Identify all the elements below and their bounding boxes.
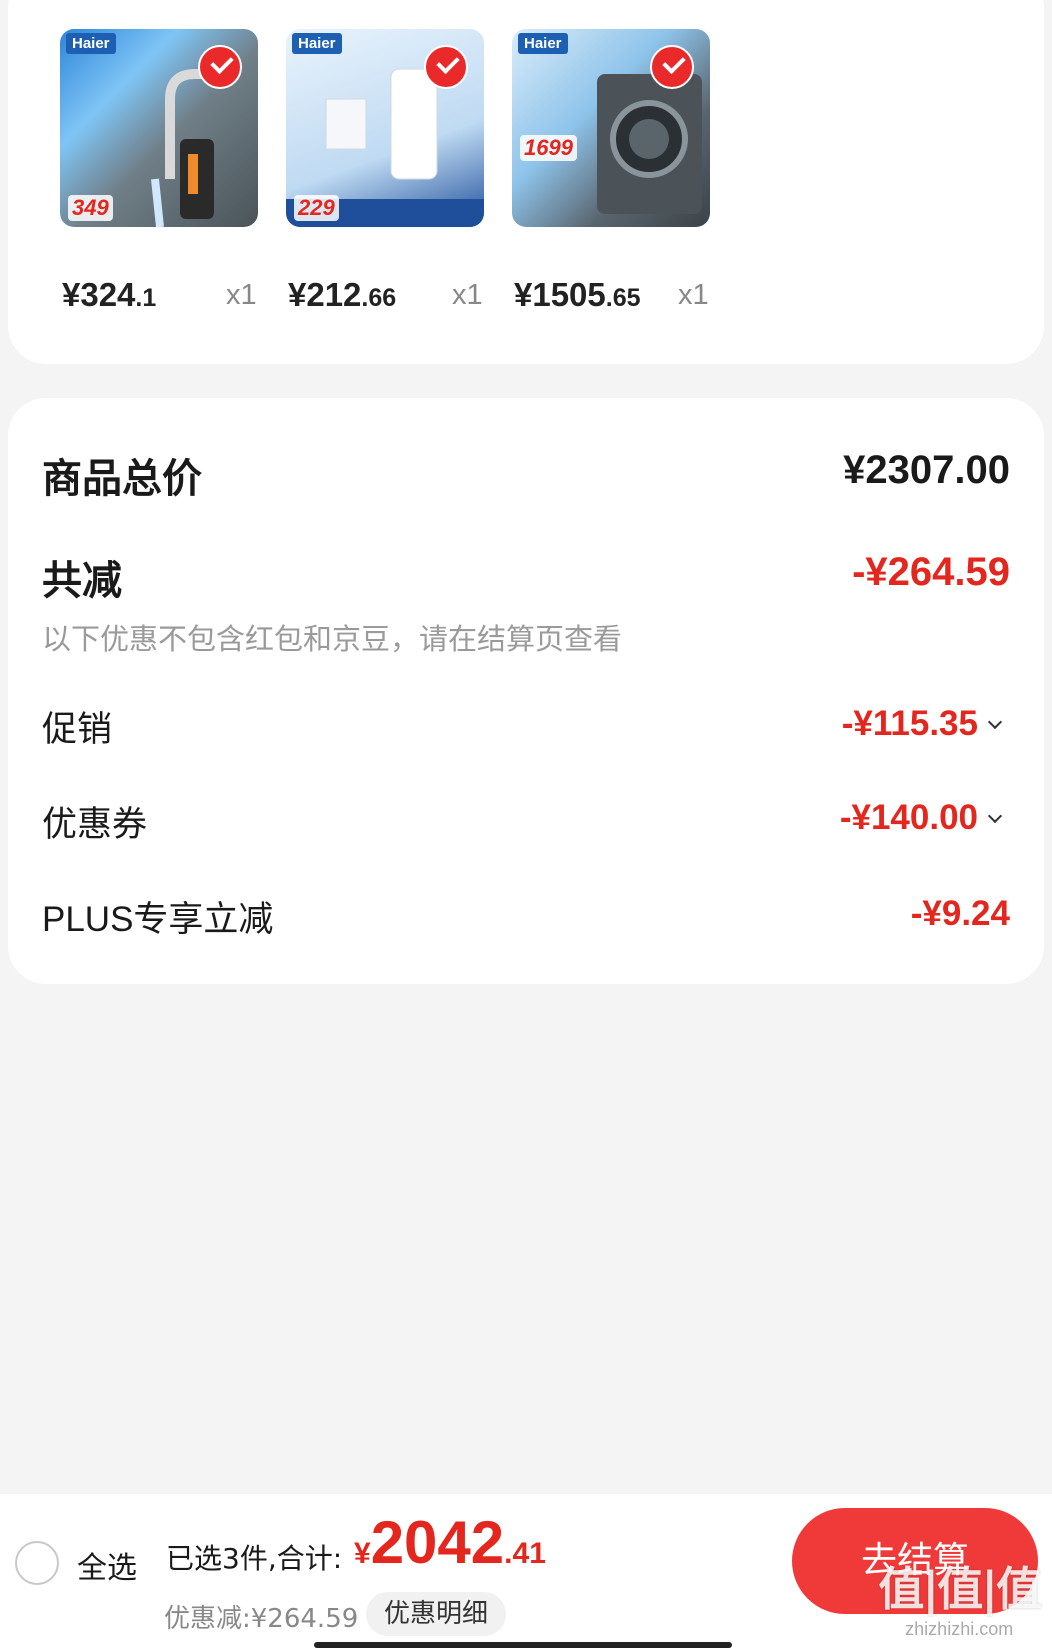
price-integer: ¥1505 bbox=[514, 276, 606, 313]
plus-discount-value: -¥9.24 bbox=[910, 894, 1010, 933]
select-all-label[interactable]: 全选 bbox=[77, 1543, 137, 1587]
product-item[interactable]: Haier 349 ¥324.1 x1 bbox=[60, 29, 280, 329]
price-integer: ¥212 bbox=[288, 276, 362, 313]
grand-total-decimal: .41 bbox=[504, 1537, 546, 1570]
brand-logo: Haier bbox=[518, 33, 568, 54]
brand-logo: Haier bbox=[66, 33, 116, 54]
discount-note: 以下优惠不包含红包和京豆，请在结算页查看 bbox=[42, 622, 623, 656]
selected-check-icon[interactable] bbox=[424, 45, 468, 89]
product-price: ¥1505.65 bbox=[514, 276, 641, 314]
price-decimal: .65 bbox=[605, 284, 641, 312]
watermark-site: zhizhizhi.com bbox=[905, 1619, 1014, 1639]
product-quantity: x1 bbox=[226, 279, 257, 311]
selected-check-icon[interactable] bbox=[650, 45, 694, 89]
price-decimal: .66 bbox=[361, 284, 397, 312]
coupon-value: -¥140.00 bbox=[839, 798, 978, 837]
promotion-row-toggle[interactable]: -¥115.35 bbox=[841, 704, 1003, 744]
plus-discount-label: PLUS专享立减 bbox=[42, 900, 274, 939]
product-quantity: x1 bbox=[678, 279, 709, 311]
selected-check-icon[interactable] bbox=[198, 45, 242, 89]
grand-total-integer: 2042 bbox=[370, 1509, 505, 1576]
price-integer: ¥324 bbox=[62, 276, 136, 313]
discount-detail-button[interactable]: 优惠明细 bbox=[366, 1592, 506, 1636]
checkout-bar: 全选 已选3件,合计: ¥2042.41 优惠减:¥264.59 优惠明细 去结… bbox=[0, 1494, 1052, 1648]
product-thumbnail[interactable]: Haier 349 bbox=[60, 29, 258, 227]
price-summary-card: 商品总价 ¥2307.00 共减 -¥264.59 以下优惠不包含红包和京豆，请… bbox=[8, 398, 1044, 984]
currency-symbol: ¥ bbox=[354, 1537, 371, 1570]
total-price-label: 商品总价 bbox=[42, 456, 202, 502]
promotion-label: 促销 bbox=[42, 710, 113, 750]
discount-summary-text: 优惠减:¥264.59 bbox=[164, 1604, 359, 1634]
brand-logo: Haier bbox=[292, 33, 342, 54]
grand-total: ¥2042.41 bbox=[354, 1508, 546, 1577]
promotion-value: -¥115.35 bbox=[841, 704, 978, 743]
product-quantity: x1 bbox=[452, 279, 483, 311]
thumbnail-promo-price: 349 bbox=[68, 195, 113, 221]
home-indicator[interactable] bbox=[314, 1642, 732, 1648]
chevron-down-icon[interactable] bbox=[987, 714, 1003, 730]
coupon-row-toggle[interactable]: -¥140.00 bbox=[839, 798, 1003, 838]
product-thumbnail[interactable]: Haier 229 bbox=[286, 29, 484, 227]
product-item[interactable]: Haier 1699 ¥1505.65 x1 bbox=[512, 29, 732, 329]
price-decimal: .1 bbox=[135, 284, 157, 312]
product-thumbnail[interactable]: Haier 1699 bbox=[512, 29, 710, 227]
selected-products-card: Haier 349 ¥324.1 x1 Haier 229 ¥212.66 x1 bbox=[8, 0, 1044, 364]
select-all-radio[interactable] bbox=[15, 1541, 59, 1585]
total-discount-label: 共减 bbox=[42, 558, 122, 604]
coupon-label: 优惠券 bbox=[42, 805, 148, 845]
selected-count-text: 已选3件,合计: bbox=[166, 1542, 343, 1575]
total-price-value: ¥2307.00 bbox=[843, 448, 1010, 492]
product-item[interactable]: Haier 229 ¥212.66 x1 bbox=[286, 29, 506, 329]
chevron-down-icon[interactable] bbox=[987, 808, 1003, 824]
total-discount-value: -¥264.59 bbox=[852, 550, 1010, 594]
checkout-button[interactable]: 去结算 bbox=[792, 1508, 1038, 1614]
thumbnail-promo-price: 1699 bbox=[520, 135, 577, 161]
product-price: ¥324.1 bbox=[62, 276, 156, 314]
product-price: ¥212.66 bbox=[288, 276, 396, 314]
thumbnail-promo-price: 229 bbox=[294, 195, 339, 221]
